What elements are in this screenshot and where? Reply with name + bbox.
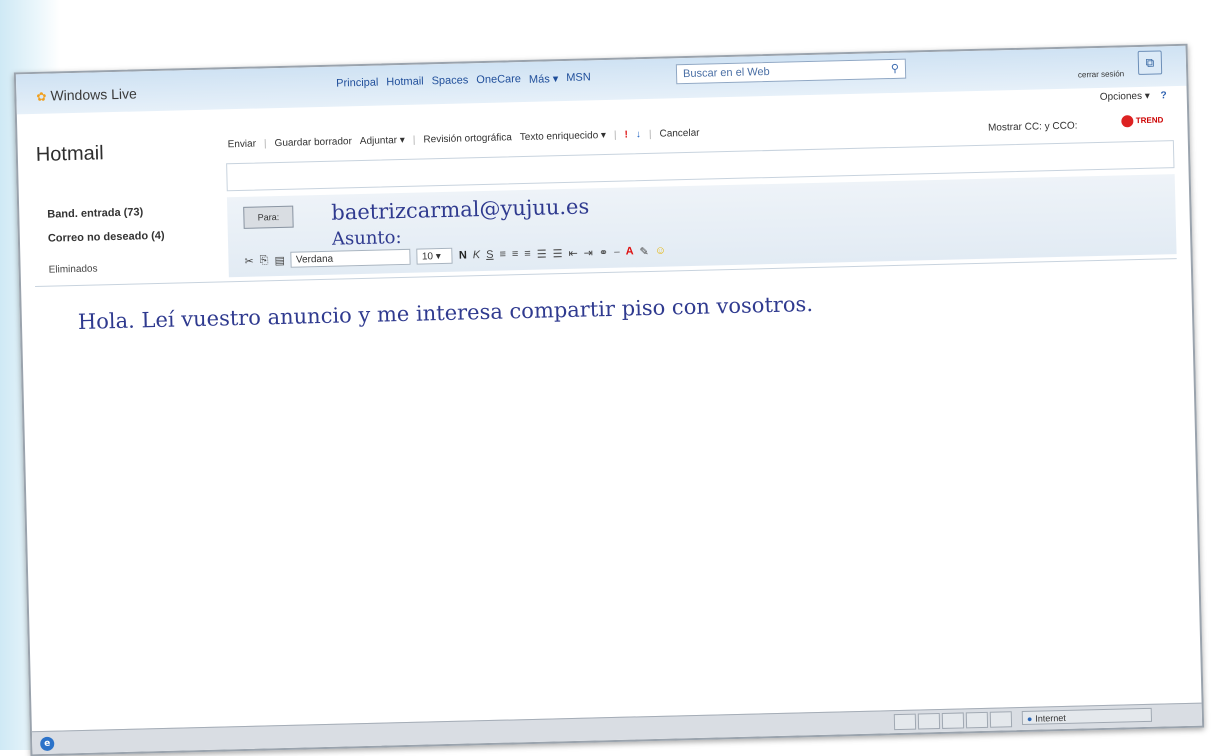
status-bar: e ● Internet: [31, 702, 1203, 755]
indent-icon[interactable]: ⇥: [584, 246, 594, 259]
attach-button[interactable]: Adjuntar ▾: [360, 135, 405, 147]
status-cell: [917, 713, 941, 730]
link-icon[interactable]: ⚭: [599, 245, 609, 258]
options-label: Opciones ▾: [1099, 90, 1150, 103]
sidebar-item-inbox[interactable]: Band. entrada (73): [47, 206, 164, 220]
font-value: Verdana: [295, 253, 334, 266]
high-importance-icon[interactable]: !: [624, 129, 628, 140]
windows-live-logo[interactable]: ✿ Windows Live: [36, 85, 137, 103]
outdent-icon[interactable]: ⇤: [568, 246, 578, 259]
horizontal-rule-icon[interactable]: ⎯: [614, 245, 620, 258]
spellcheck-button[interactable]: Revisión ortográfica: [423, 132, 512, 145]
toolbar-divider: |: [412, 134, 416, 146]
search-icon[interactable]: ⚲: [891, 60, 899, 78]
numbered-list-icon[interactable]: ☰: [537, 247, 547, 260]
options-menu[interactable]: Opciones ▾ ?: [1100, 90, 1167, 103]
bold-icon[interactable]: N: [459, 249, 467, 261]
trend-logo-text: TREND: [1135, 115, 1164, 126]
highlight-icon[interactable]: ✎: [639, 244, 649, 257]
status-cell: [989, 711, 1013, 728]
to-button[interactable]: Para:: [243, 205, 294, 229]
underline-icon[interactable]: S: [486, 249, 494, 261]
low-importance-icon[interactable]: ↓: [636, 129, 641, 140]
paste-icon[interactable]: ▤: [274, 253, 285, 266]
globe-icon: ●: [1026, 713, 1033, 724]
italic-icon[interactable]: K: [473, 249, 481, 261]
security-zone[interactable]: ● Internet: [1021, 707, 1153, 726]
font-color-icon[interactable]: A: [625, 245, 633, 257]
toolbar-divider: |: [263, 138, 267, 150]
windows-flag-icon: ✿: [36, 89, 47, 104]
trend-logo-icon: [1121, 115, 1134, 128]
align-center-icon[interactable]: ≡: [512, 248, 519, 260]
message-editor[interactable]: Hola. Leí vuestro anuncio y me interesa …: [35, 258, 1188, 710]
ie-icon: e: [40, 736, 55, 751]
send-button[interactable]: Enviar: [228, 139, 257, 151]
copy-icon[interactable]: ⎘: [260, 254, 269, 267]
cancel-button[interactable]: Cancelar: [659, 128, 699, 140]
nav-more[interactable]: Más ▾: [529, 72, 559, 86]
sidebar-item-junk[interactable]: Correo no deseado (4): [48, 230, 165, 245]
bulleted-list-icon[interactable]: ☰: [552, 247, 562, 260]
zone-label: Internet: [1035, 712, 1066, 724]
font-size-select[interactable]: 10 ▾: [416, 247, 454, 265]
status-cell: [893, 713, 917, 731]
emoticon-icon[interactable]: ☺: [655, 245, 667, 257]
message-body[interactable]: Hola. Leí vuestro anuncio y me interesa …: [78, 292, 814, 334]
save-draft-button[interactable]: Guardar borrador: [274, 136, 352, 149]
app-title: Hotmail: [35, 142, 104, 166]
search-input[interactable]: Buscar en el Web ⚲: [675, 58, 907, 85]
rich-text-button[interactable]: Texto enriquecido ▾: [520, 130, 606, 143]
sidebar-item-deleted[interactable]: Eliminados: [49, 262, 166, 275]
account-icon[interactable]: ⧉: [1137, 50, 1163, 75]
nav-onecare[interactable]: OneCare: [476, 73, 521, 87]
font-select[interactable]: Verdana: [290, 248, 412, 268]
status-cell: [965, 711, 989, 729]
brand-label: Windows Live: [50, 85, 138, 104]
search-placeholder: Buscar en el Web: [682, 65, 770, 81]
cut-icon[interactable]: ✂: [244, 254, 254, 267]
top-nav: Principal Hotmail Spaces OneCare Más ▾ M…: [336, 71, 591, 90]
format-toolbar: ✂ ⎘ ▤ Verdana 10 ▾ N K S ≡ ≡ ≡ ☰ ☰ ⇤ ⇥ ⚭…: [244, 243, 666, 269]
compose-toolbar: Enviar | Guardar borrador Adjuntar ▾ | R…: [228, 128, 700, 151]
help-icon[interactable]: ?: [1160, 90, 1166, 101]
logout-link[interactable]: cerrar sesión: [1078, 69, 1124, 79]
toolbar-divider: |: [613, 129, 617, 141]
to-field[interactable]: baetrizcarmal@yujuu.es: [331, 194, 589, 224]
status-cell: [941, 712, 965, 729]
trend-micro-logo: TREND: [1121, 114, 1164, 128]
status-cells: [893, 711, 1013, 731]
align-left-icon[interactable]: ≡: [499, 248, 506, 260]
nav-principal[interactable]: Principal: [336, 77, 378, 91]
nav-hotmail[interactable]: Hotmail: [386, 75, 424, 89]
show-cc-link[interactable]: Mostrar CC: y CCO:: [988, 120, 1078, 133]
toolbar-divider: |: [648, 128, 652, 140]
subject-label[interactable]: Asunto:: [332, 227, 402, 250]
align-right-icon[interactable]: ≡: [524, 248, 531, 260]
browser-window: ✿ Windows Live Principal Hotmail Spaces O…: [13, 43, 1205, 756]
nav-msn[interactable]: MSN: [566, 71, 591, 85]
nav-spaces[interactable]: Spaces: [431, 74, 468, 88]
folder-sidebar: Band. entrada (73) Correo no deseado (4)…: [47, 206, 166, 288]
top-bar: ✿ Windows Live Principal Hotmail Spaces O…: [15, 45, 1187, 115]
